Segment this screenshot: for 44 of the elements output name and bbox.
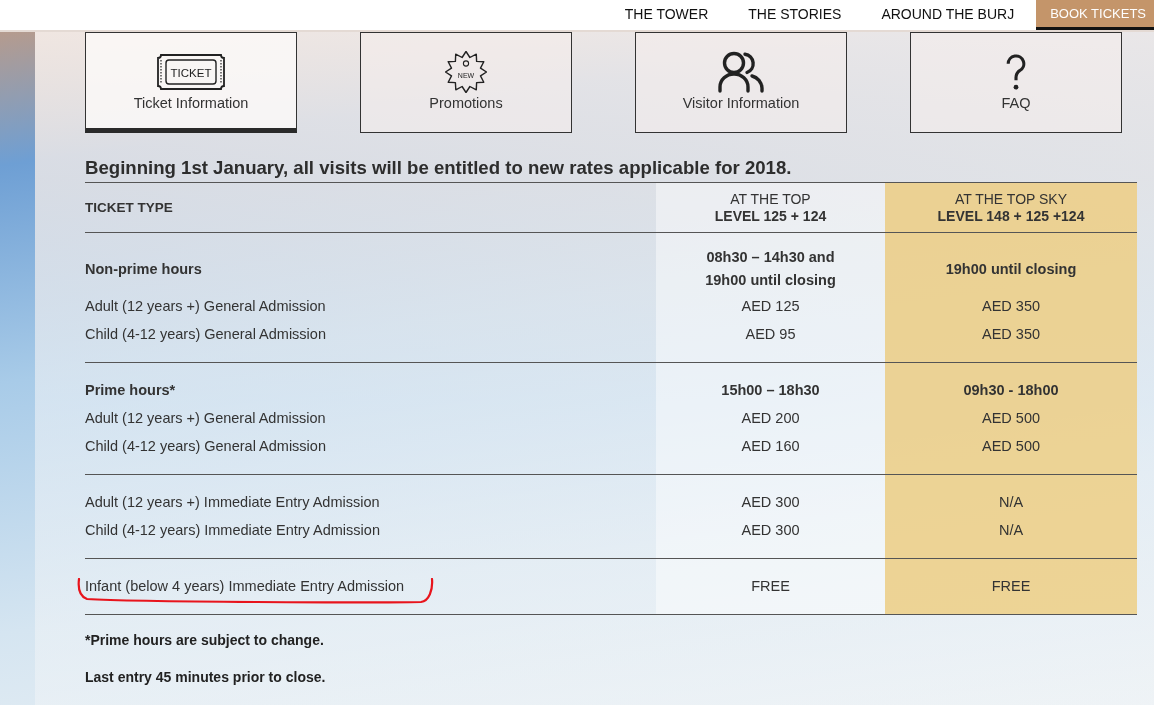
category-tab[interactable]: TICKET Ticket Information <box>85 32 297 133</box>
ticket-type-label: Child (4-12 years) General Admission <box>85 325 326 344</box>
ticket-type-label: Child (4-12 years) Immediate Entry Admission <box>85 521 380 540</box>
ticket-type-label: Adult (12 years +) General Admission <box>85 297 326 316</box>
column-title: AT THE TOP SKY <box>954 190 1068 208</box>
section-heading: Prime hours* <box>85 381 176 400</box>
nav-link[interactable]: THE TOWER <box>624 0 709 23</box>
table-cell: AED 500 <box>885 404 1137 432</box>
people-icon <box>717 50 765 93</box>
table-cell: N/A <box>885 475 1137 516</box>
ticket-type-label: Adult (12 years +) General Admission <box>85 409 326 428</box>
table-cell: N/A <box>885 516 1137 558</box>
ticket-type-label: Child (4-12 years) General Admission <box>85 437 326 456</box>
table-cell: FREE <box>885 559 1137 614</box>
level-label: LEVEL 148 + 125 +124 <box>937 207 1085 225</box>
table-cell: AED 95 <box>656 320 885 362</box>
table-cell: AED 125 <box>656 292 885 320</box>
ticket-type-label: Infant (below 4 years) Immediate Entry Admission <box>85 577 405 596</box>
table-cell: AED 300 <box>656 516 885 558</box>
table-cell: AED 160 <box>656 432 885 474</box>
table-cell: AED 300 <box>656 475 885 516</box>
category-tab[interactable]: FAQ <box>910 32 1122 133</box>
section-heading: Non-prime hours <box>85 260 202 279</box>
table-cell: 09h30 - 18h00 <box>885 363 1137 404</box>
table-cell: AED 350 <box>885 292 1137 320</box>
table-cell: FREE <box>656 559 885 614</box>
level-label: LEVEL 125 + 124 <box>714 207 827 225</box>
rates-notice: Beginning 1st January, all visits will be entitled to new rates applicable for 2018. <box>85 156 793 180</box>
category-tab[interactable]: Visitor Information <box>635 32 847 133</box>
ticket-icon: TICKET <box>157 53 225 90</box>
table-cell: AED 500 <box>885 432 1137 474</box>
question-mark-icon <box>1005 52 1027 91</box>
ticket-type-label: Adult (12 years +) Immediate Entry Admission <box>85 493 380 512</box>
footnote-text: Last entry 45 minutes prior to close. <box>85 668 327 687</box>
table-cell: AED 350 <box>885 320 1137 362</box>
column-title: AT THE TOP <box>730 190 811 208</box>
table-cell: 08h30 – 14h30 and 19h00 until closing <box>656 233 885 292</box>
table-cell: 19h00 until closing <box>885 233 1137 292</box>
nav-link[interactable]: AROUND THE BURJ <box>881 0 1015 23</box>
table-cell: AED 200 <box>656 404 885 432</box>
footnote-text: *Prime hours are subject to change. <box>85 631 325 650</box>
column-header: TICKET TYPE <box>85 199 173 216</box>
nav-link[interactable]: THE STORIES <box>748 0 842 23</box>
table-cell: 15h00 – 18h30 <box>656 363 885 404</box>
